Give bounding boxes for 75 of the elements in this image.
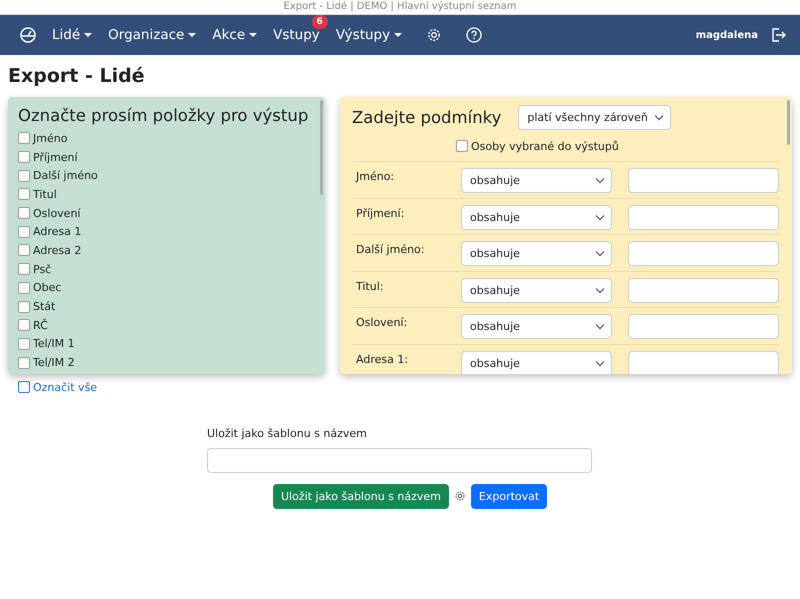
checkbox[interactable]: [18, 338, 30, 350]
value-field[interactable]: [628, 241, 779, 266]
dashboard-icon[interactable]: [20, 27, 36, 43]
checkbox[interactable]: [18, 226, 30, 238]
checkbox-label[interactable]: Stát: [33, 300, 56, 314]
checkbox[interactable]: [18, 170, 30, 182]
value-field[interactable]: [628, 314, 779, 339]
field-label: Uložit jako šablonu s názvem: [207, 426, 368, 440]
nav-link[interactable]: Lidé: [52, 27, 92, 43]
value-field[interactable]: [628, 204, 779, 230]
nav-link[interactable]: Vstupy: [273, 27, 320, 43]
template-name-field[interactable]: [207, 448, 592, 473]
scrollbar[interactable]: [787, 100, 790, 145]
checkbox-label[interactable]: Další jméno: [33, 169, 98, 182]
user-name[interactable]: magdalena: [696, 30, 758, 40]
logout-icon[interactable]: [770, 27, 786, 43]
panel-title: Zadejte podmínky: [352, 106, 502, 128]
checkbox[interactable]: [456, 140, 468, 152]
checkbox-label[interactable]: Obec: [33, 281, 62, 294]
condition-label: Oslovení:: [355, 315, 408, 329]
checkbox[interactable]: [18, 244, 30, 256]
condition-label: Další jméno:: [355, 242, 426, 256]
condition-label: Jméno:: [354, 169, 396, 183]
page-title: Export - Lidé: [8, 64, 146, 89]
condition-label: Příjmení:: [355, 206, 406, 220]
condition-label: Adresa 1:: [355, 352, 410, 366]
operator-select[interactable]: obsahuje: [461, 350, 612, 374]
checkbox-label[interactable]: Tel/IM 2: [33, 356, 75, 370]
checkbox-label[interactable]: RČ: [33, 318, 48, 332]
caret-icon: [84, 33, 92, 37]
checkbox[interactable]: [18, 319, 30, 332]
checkbox-label[interactable]: Psč: [33, 262, 52, 276]
checkbox[interactable]: [18, 282, 30, 294]
operator-select[interactable]: obsahuje: [461, 204, 612, 230]
checkbox-label[interactable]: Titul: [33, 188, 57, 201]
operator-select[interactable]: obsahuje: [461, 278, 612, 302]
checkbox[interactable]: [18, 151, 30, 164]
value-field[interactable]: [628, 278, 779, 302]
checkbox-label[interactable]: Příjmení: [33, 150, 78, 164]
export-button[interactable]: Exportovat: [470, 484, 548, 509]
settings-icon[interactable]: [454, 490, 466, 502]
save-template-button[interactable]: Uložit jako šablonu s názvem: [273, 484, 449, 509]
checkbox-label[interactable]: Oslovení: [33, 206, 80, 220]
checkbox[interactable]: [18, 207, 30, 220]
value-field[interactable]: [628, 168, 779, 193]
window-title: Export - Lidé | DEMO | Hlavní výstupní seznam: [284, 1, 516, 12]
operator-select[interactable]: obsahuje: [461, 314, 612, 339]
checkbox[interactable]: [18, 300, 30, 313]
operator-select[interactable]: obsahuje: [461, 241, 612, 266]
caret-icon: [188, 33, 196, 37]
checkbox[interactable]: [18, 381, 30, 394]
caret-icon: [394, 33, 402, 37]
checkbox-label[interactable]: Tel/IM 1: [33, 337, 75, 350]
checkbox-label[interactable]: Adresa 2: [33, 244, 82, 257]
select-all-link[interactable]: Označit vše: [33, 380, 98, 394]
operator-select[interactable]: obsahuje: [461, 168, 612, 193]
help-icon[interactable]: [466, 27, 482, 43]
checkbox[interactable]: [18, 188, 30, 200]
panel-title: Označte prosím položky pro výstup: [18, 105, 310, 127]
settings-icon[interactable]: [426, 27, 442, 43]
checkbox[interactable]: [18, 132, 30, 144]
checkbox[interactable]: [18, 356, 30, 369]
nav-link[interactable]: Akce: [212, 27, 258, 43]
nav-link[interactable]: Organizace: [108, 27, 196, 43]
checkbox-label[interactable]: Osoby vybrané do výstupů: [471, 140, 619, 152]
mode-select[interactable]: platí všechny zároveň: [518, 105, 671, 130]
checkbox-label[interactable]: Adresa 1: [33, 225, 82, 238]
value-field[interactable]: [628, 350, 779, 374]
checkbox-label[interactable]: Jméno: [33, 132, 68, 145]
scrollbar[interactable]: [320, 100, 323, 195]
nav-link[interactable]: Výstupy: [336, 27, 402, 43]
notification-badge: 6: [312, 15, 328, 29]
checkbox[interactable]: [18, 263, 30, 276]
caret-icon: [249, 33, 258, 37]
condition-label: Titul:: [355, 278, 384, 292]
